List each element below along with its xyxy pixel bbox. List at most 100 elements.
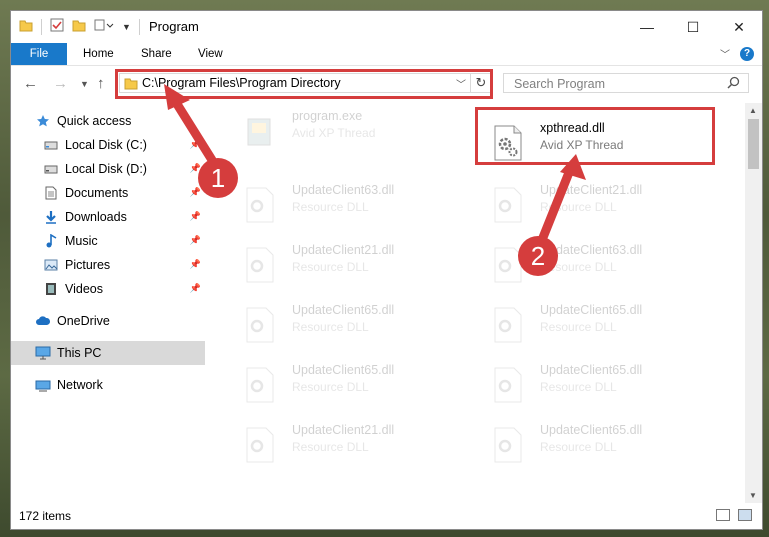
dll-gear-icon [244,247,276,283]
dll-gear-icon [492,427,524,463]
help-icon[interactable]: ? [740,46,754,61]
tab-share[interactable]: Share [129,43,184,65]
search-icon[interactable] [727,76,740,92]
file-item[interactable]: UpdateClient63.dll Resource DLL [234,179,454,229]
tiles-view-icon[interactable] [738,509,752,521]
sidebar-item-label: OneDrive [57,314,110,328]
videos-icon [43,281,59,297]
sidebar-item-documents[interactable]: Documents 📌 [11,181,205,205]
sidebar-item-network[interactable]: Network [11,373,205,397]
customize-icon[interactable] [94,18,114,35]
sidebar-item-label: Music [65,234,98,248]
file-description: Resource DLL [540,200,617,214]
search-box[interactable] [503,73,749,94]
sidebar-item-label: Quick access [57,114,132,128]
network-icon [35,377,51,393]
dll-gear-icon [244,427,276,463]
file-name: UpdateClient21.dll [292,243,395,257]
sidebar-item-quick-access[interactable]: Quick access [11,109,205,133]
file-highlight [475,107,715,165]
file-item[interactable]: program.exe Avid XP Thread [234,105,454,155]
maximize-button[interactable]: ☐ [670,11,716,43]
drive-icon [43,137,59,153]
tab-view[interactable]: View [186,43,235,65]
file-item[interactable]: UpdateClient65.dll Resource DLL [234,359,454,409]
sidebar-item-downloads[interactable]: Downloads 📌 [11,205,205,229]
folder-icon[interactable] [19,18,33,35]
forward-arrow-icon[interactable]: → [53,75,68,92]
sidebar-item-onedrive[interactable]: OneDrive [11,309,205,333]
sidebar-item-label: Pictures [65,258,111,272]
file-name: UpdateClient65.dll [540,423,643,437]
file-item[interactable]: UpdateClient21.dll Resource DLL [234,419,454,469]
chevron-down-icon[interactable]: ▼ [122,22,131,32]
file-description: Resource DLL [292,440,369,454]
file-name: UpdateClient21.dll [292,423,395,437]
computer-icon [35,345,51,361]
ribbon-tabs: File Home Share View ﹀ ? [11,43,762,66]
item-count: 172 items [19,509,72,523]
scroll-down-icon[interactable]: ▼ [749,491,757,500]
minimize-button[interactable]: — [624,11,670,43]
file-name: program.exe [292,109,363,123]
divider [41,18,42,35]
file-item[interactable]: UpdateClient63.dll Resource DLL [482,239,702,289]
pin-icon[interactable]: 📌 [190,259,201,270]
details-view-icon[interactable] [716,509,730,521]
sidebar-item-label: Local Disk (D:) [65,162,147,176]
cloud-icon [35,313,51,329]
scroll-up-icon[interactable]: ▲ [749,106,757,115]
file-description: Resource DLL [292,380,369,394]
step-1-badge: 1 [198,158,238,198]
star-icon [35,113,51,129]
ribbon-right: ﹀ ? [720,46,754,61]
file-name: UpdateClient65.dll [292,303,395,317]
back-arrow-icon[interactable]: ← [23,75,38,92]
expand-ribbon-icon[interactable]: ﹀ [720,46,730,61]
pin-icon[interactable]: 📌 [190,139,201,150]
file-item[interactable]: UpdateClient65.dll Resource DLL [482,299,702,349]
address-bar-highlight [115,69,493,99]
sidebar-item-videos[interactable]: Videos 📌 [11,277,205,301]
sidebar-item-pictures[interactable]: Pictures 📌 [11,253,205,277]
navigation-pane: Quick access Local Disk (C:) 📌 Local Dis… [11,103,205,503]
sidebar-item-music[interactable]: Music 📌 [11,229,205,253]
file-item[interactable]: UpdateClient65.dll Resource DLL [482,359,702,409]
sidebar-item-local-disk-d[interactable]: Local Disk (D:) 📌 [11,157,205,181]
up-arrow-icon[interactable]: ↑ [97,75,105,92]
file-description: Resource DLL [292,260,369,274]
scrollbar-thumb[interactable] [748,119,759,169]
sidebar-item-label: This PC [57,346,102,360]
pin-icon[interactable]: 📌 [190,283,201,294]
file-item[interactable]: UpdateClient21.dll Resource DLL [234,239,454,289]
file-name: UpdateClient63.dll [292,183,395,197]
properties-icon[interactable] [50,18,64,35]
sidebar-item-label: Videos [65,282,103,296]
recent-locations-icon[interactable]: ▼ [80,79,89,89]
file-item[interactable]: UpdateClient21.dll Resource DLL [482,179,702,229]
pin-icon[interactable]: 📌 [190,211,201,222]
new-folder-icon[interactable] [72,18,86,35]
dll-gear-icon [244,187,276,223]
music-icon [43,233,59,249]
dll-gear-icon [492,367,524,403]
sidebar-item-local-disk-c[interactable]: Local Disk (C:) 📌 [11,133,205,157]
pin-icon[interactable]: 📌 [190,235,201,246]
tab-home[interactable]: Home [71,43,126,65]
file-name: UpdateClient21.dll [540,183,643,197]
sidebar-item-this-pc[interactable]: This PC [11,341,205,365]
file-description: Resource DLL [292,200,369,214]
file-item[interactable]: UpdateClient65.dll Resource DLL [482,419,702,469]
search-input[interactable] [512,74,726,94]
documents-icon [43,185,59,201]
pictures-icon [43,257,59,273]
pin-icon[interactable]: 📌 [190,187,201,198]
file-item[interactable]: UpdateClient65.dll Resource DLL [234,299,454,349]
vertical-scrollbar[interactable]: ▲ ▼ [745,103,762,503]
sidebar-item-label: Documents [65,186,129,200]
sidebar-item-label: Network [57,378,103,392]
divider [138,18,140,35]
close-button[interactable]: ✕ [716,11,762,43]
executable-icon [244,113,276,149]
tab-file[interactable]: File [11,43,67,65]
